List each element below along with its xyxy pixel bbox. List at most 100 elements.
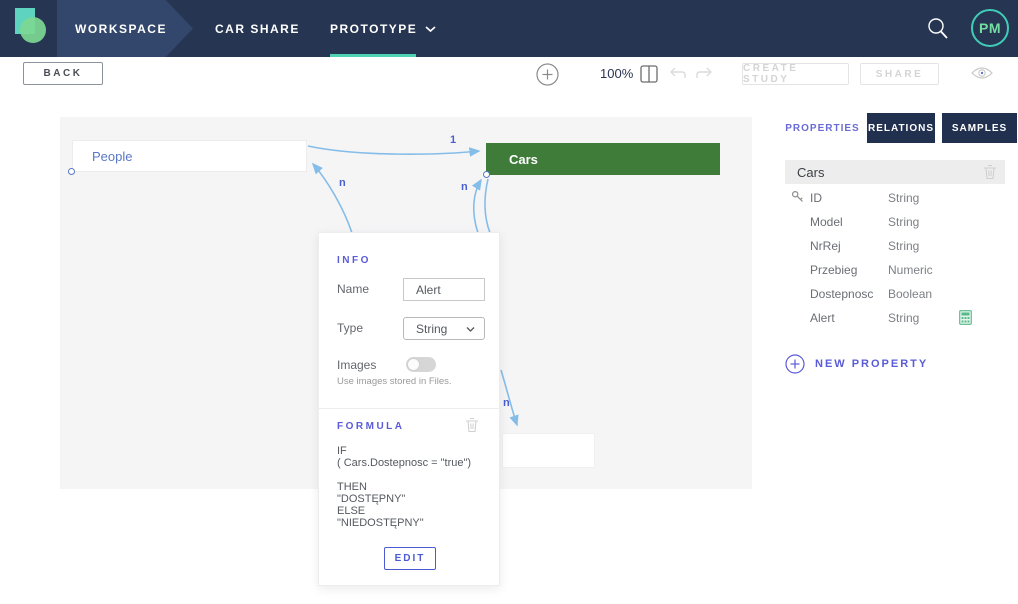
cardinality-label-n-down: n (503, 397, 510, 409)
images-hint-text: Use images stored in Files. (337, 376, 452, 387)
tab-relations[interactable]: RELATIONS (867, 113, 935, 143)
breadcrumb-project[interactable]: CAR SHARE (215, 0, 300, 57)
formula-section-title: FORMULA (337, 421, 405, 432)
property-type: String (888, 311, 919, 325)
formula-line: ( Cars.Dostepnosc = "true") (337, 457, 471, 469)
selected-entity-name: Cars (797, 165, 824, 180)
sidebar-tabs: PROPERTIES RELATIONS SAMPLES (785, 113, 1017, 143)
avatar-initials: PM (979, 20, 1001, 36)
fit-view-icon[interactable] (640, 65, 658, 83)
delete-formula-icon[interactable] (465, 417, 479, 433)
tab-samples[interactable]: SAMPLES (942, 113, 1017, 143)
property-type: String (888, 215, 919, 229)
info-section-title: INFO (337, 255, 371, 266)
cardinality-label-n-cars: n (461, 181, 468, 193)
create-study-label: CREATE STUDY (743, 63, 848, 85)
entity-people-label: People (92, 149, 132, 164)
entity-cars[interactable]: Cars (486, 143, 720, 175)
images-field-label: Images (337, 358, 376, 372)
logo-shape-circle (20, 17, 46, 43)
new-property-label: NEW PROPERTY (815, 358, 928, 370)
formula-line (337, 469, 471, 481)
property-row-alert[interactable]: Alert String (785, 306, 1005, 330)
create-study-button[interactable]: CREATE STUDY (742, 63, 849, 85)
images-toggle[interactable] (406, 357, 436, 372)
formula-calculator-icon[interactable] (959, 310, 972, 325)
project-label: CAR SHARE (215, 22, 300, 36)
entity-people-port[interactable] (68, 168, 75, 175)
property-type: Numeric (888, 263, 933, 277)
property-row-id[interactable]: ID String (785, 186, 1005, 210)
property-name: Przebieg (810, 263, 857, 277)
edit-formula-button[interactable]: EDIT (384, 547, 436, 570)
share-button-label: SHARE (876, 69, 924, 80)
workspace-label: WORKSPACE (57, 22, 167, 36)
formula-line: "DOSTĘPNY" (337, 493, 471, 505)
popup-divider (319, 408, 499, 409)
property-row-przebieg[interactable]: Przebieg Numeric (785, 258, 1005, 282)
zoom-level: 100% (600, 66, 633, 81)
type-select-value: String (416, 322, 447, 336)
app-root: WORKSPACE CAR SHARE PROTOTYPE PM BACK (0, 0, 1018, 604)
entity-partial[interactable] (502, 433, 595, 468)
property-type: String (888, 239, 919, 253)
property-name: ID (810, 191, 822, 205)
tab-samples-label: SAMPLES (952, 123, 1007, 134)
select-chevron-down-icon (466, 326, 475, 333)
property-row-dostepnosc[interactable]: Dostepnosc Boolean (785, 282, 1005, 306)
new-property-button[interactable]: NEW PROPERTY (785, 354, 928, 374)
relation-line-to-cars[interactable] (474, 180, 481, 233)
type-select[interactable]: String (403, 317, 485, 340)
section-label: PROTOTYPE (330, 22, 417, 36)
search-icon[interactable] (924, 15, 952, 43)
formula-line: "NIEDOSTĘPNY" (337, 517, 471, 529)
toolbar: BACK 100% CREATE STUDY SHARE (0, 57, 1018, 117)
formula-line: ELSE (337, 505, 471, 517)
preview-eye-icon[interactable] (971, 66, 993, 80)
type-field-label: Type (337, 321, 363, 335)
property-name: Model (810, 215, 843, 229)
property-type: String (888, 191, 919, 205)
property-row-model[interactable]: Model String (785, 210, 1005, 234)
cardinality-label-one: 1 (450, 134, 456, 146)
formula-line: THEN (337, 481, 471, 493)
property-name: NrRej (810, 239, 841, 253)
property-row-nrrej[interactable]: NrRej String (785, 234, 1005, 258)
property-editor-popup: INFO Name Type String Images Use images … (318, 232, 500, 586)
tab-properties[interactable]: PROPERTIES (785, 113, 860, 143)
relation-line-people-cars[interactable] (308, 146, 479, 154)
app-logo[interactable] (0, 0, 57, 57)
tab-properties-label: PROPERTIES (785, 123, 859, 134)
plus-circle-icon (785, 354, 805, 374)
breadcrumb-workspace[interactable]: WORKSPACE (57, 0, 193, 57)
back-button-label: BACK (44, 68, 83, 79)
share-button[interactable]: SHARE (860, 63, 939, 85)
back-button[interactable]: BACK (23, 62, 103, 85)
edit-formula-label: EDIT (395, 553, 426, 564)
key-icon (791, 190, 805, 204)
cardinality-label-n-people: n (339, 177, 346, 189)
entity-people[interactable]: People (72, 140, 307, 172)
avatar[interactable]: PM (971, 9, 1009, 47)
chevron-down-icon (425, 25, 436, 33)
name-input[interactable] (403, 278, 485, 301)
property-name: Alert (810, 311, 835, 325)
formula-line: IF (337, 445, 471, 457)
property-type: Boolean (888, 287, 932, 301)
undo-icon[interactable] (668, 66, 688, 81)
name-field-label: Name (337, 282, 369, 296)
nav-prototype-menu[interactable]: PROTOTYPE (330, 0, 436, 57)
relation-line-to-people[interactable] (313, 164, 352, 233)
entity-cars-port[interactable] (483, 171, 490, 178)
delete-entity-icon[interactable] (983, 164, 997, 180)
relation-line-to-cars-2 (485, 179, 490, 233)
entity-cars-label: Cars (509, 152, 538, 167)
tab-relations-label: RELATIONS (868, 123, 934, 134)
redo-icon[interactable] (694, 66, 714, 81)
add-entity-icon[interactable] (536, 63, 559, 86)
property-name: Dostepnosc (810, 287, 873, 301)
top-navbar: WORKSPACE CAR SHARE PROTOTYPE PM (0, 0, 1018, 57)
images-toggle-knob (407, 358, 420, 371)
selected-entity-header: Cars (785, 160, 1005, 184)
formula-body: IF ( Cars.Dostepnosc = "true") THEN "DOS… (337, 445, 471, 529)
